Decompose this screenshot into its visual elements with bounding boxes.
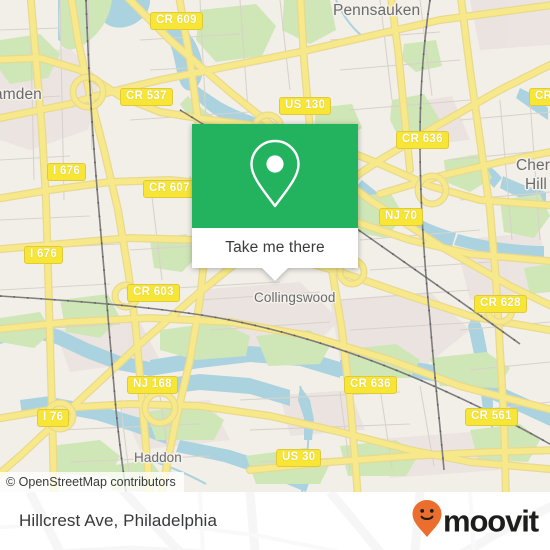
highway-shield-i676-s: I 676 xyxy=(24,246,64,264)
highway-shield-i676-n: I 676 xyxy=(47,163,87,181)
location-title: Hillcrest Ave, Philadelphia xyxy=(19,511,217,530)
take-me-there-card[interactable]: Take me there xyxy=(192,124,358,281)
highway-shield-cr636-n: CR 636 xyxy=(396,131,449,149)
highway-shield-cr609: CR 609 xyxy=(150,12,203,30)
moovit-logo[interactable]: moovit xyxy=(412,500,539,543)
highway-shield-cr636-s: CR 636 xyxy=(344,376,397,394)
highway-shield-us130: US 130 xyxy=(279,97,332,115)
moovit-pin-icon xyxy=(412,500,442,543)
highway-shield-i76: I 76 xyxy=(37,409,70,427)
moovit-wordmark: moovit xyxy=(442,503,539,539)
take-me-there-label: Take me there xyxy=(225,239,325,256)
highway-shield-cr607: CR 607 xyxy=(143,180,196,198)
location-pin-icon xyxy=(246,137,304,216)
highway-shield-cr537: CR 537 xyxy=(120,88,173,106)
map-screenshot-root: amden Pennsauken Cherry Hill Collingswoo… xyxy=(0,0,550,550)
highway-shield-nj70: NJ 70 xyxy=(379,208,424,226)
card-image-area xyxy=(192,124,358,228)
footer-bar: Hillcrest Ave, Philadelphia moovit xyxy=(0,492,550,550)
highway-shield-cr603: CR 603 xyxy=(127,284,180,302)
highway-shield-cr561: CR 561 xyxy=(465,408,518,426)
highway-shield-cr6-edge: CR 6 xyxy=(529,88,550,106)
highway-shield-us30: US 30 xyxy=(276,449,322,467)
highway-shield-cr628: CR 628 xyxy=(474,295,527,313)
highway-shield-nj168: NJ 168 xyxy=(127,376,178,394)
osm-attribution[interactable]: © OpenStreetMap contributors xyxy=(0,472,184,492)
card-action-bar[interactable]: Take me there xyxy=(192,228,358,281)
callout-pointer-tail xyxy=(262,268,288,281)
